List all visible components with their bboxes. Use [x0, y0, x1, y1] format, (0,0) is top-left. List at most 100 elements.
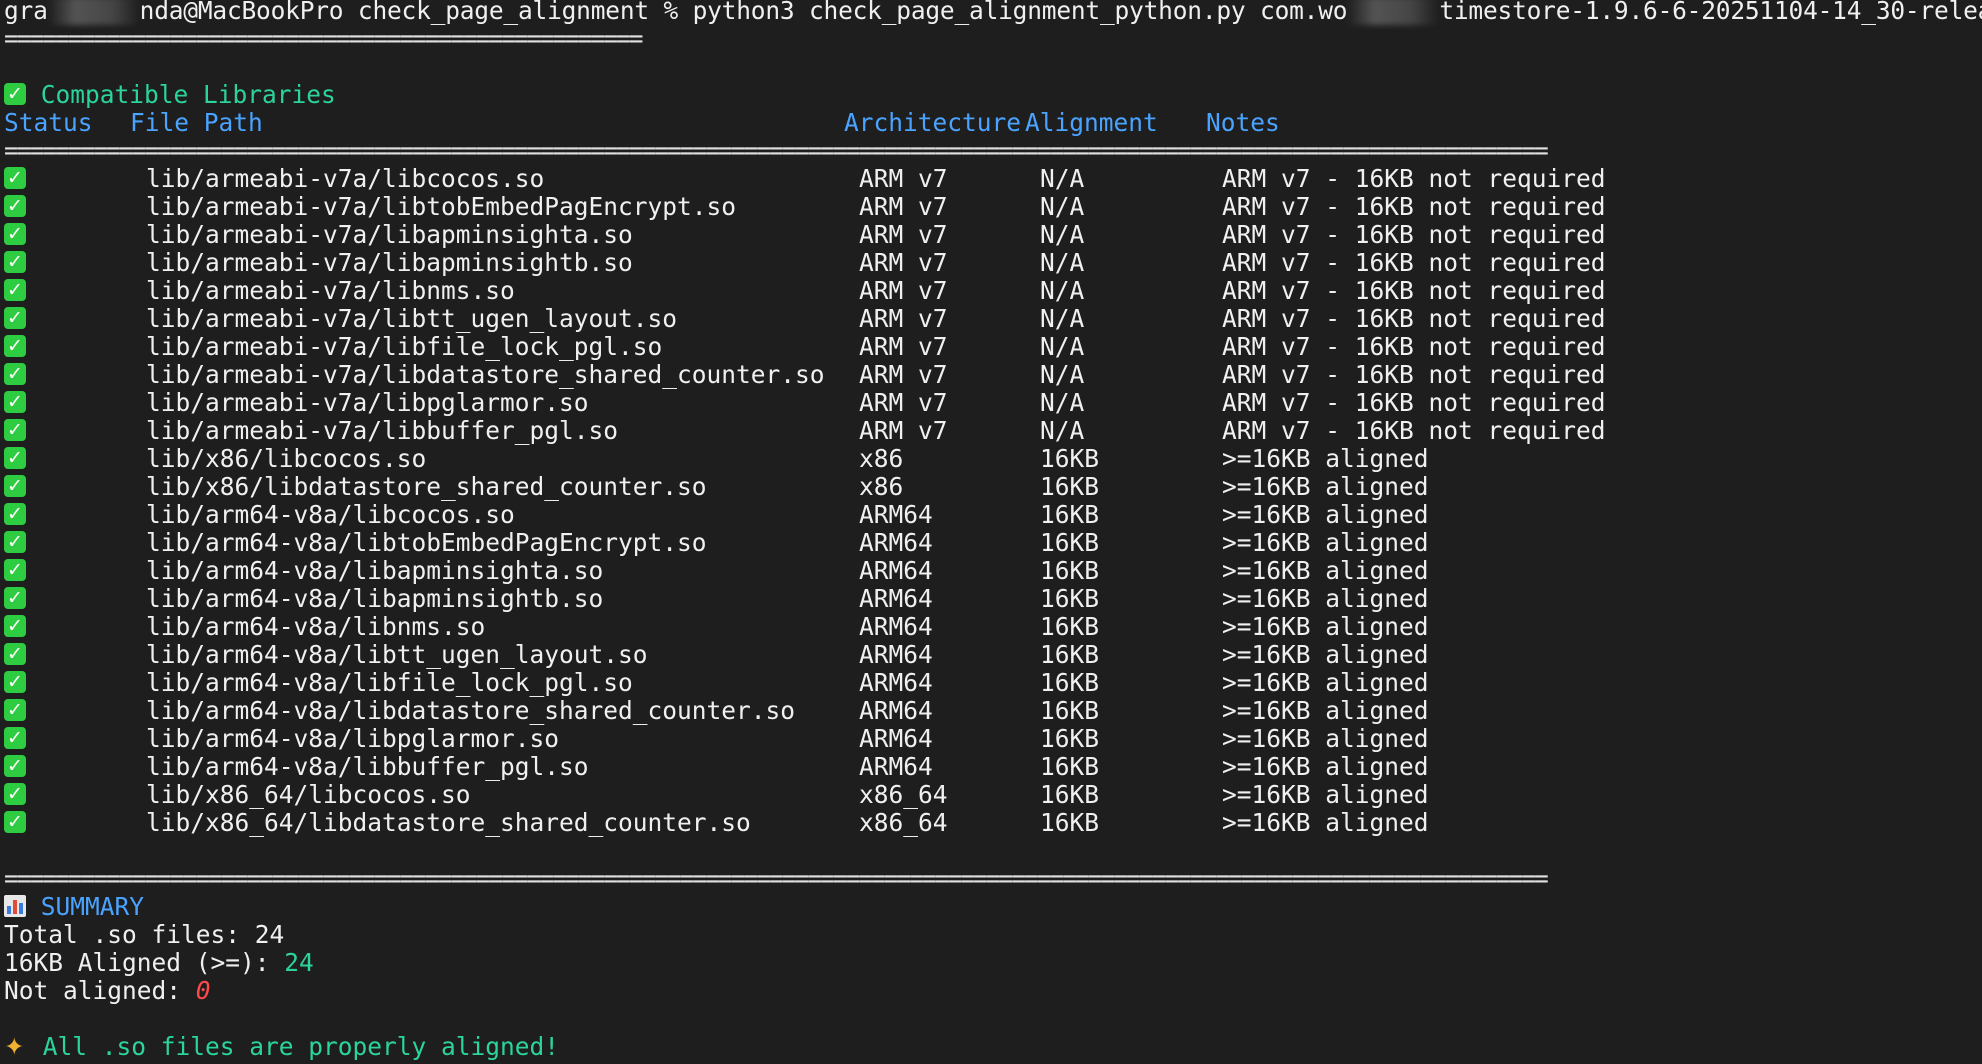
summary-aligned-label: 16KB Aligned (>=): [4, 948, 285, 977]
final-message-text: All .so files are properly aligned! [42, 1032, 560, 1061]
row-alignment: N/A [1040, 276, 1085, 305]
row-file-path: lib/armeabi-v7a/libbuffer_pgl.so [146, 416, 619, 445]
row-file-path: lib/armeabi-v7a/libpglarmor.so [146, 388, 589, 417]
row-notes: ARM v7 - 16KB not required [1222, 276, 1606, 305]
status-check-icon: ✓ [4, 305, 26, 333]
row-file-path: lib/armeabi-v7a/libfile_lock_pgl.so [146, 332, 663, 361]
row-notes: >=16KB aligned [1222, 752, 1429, 781]
row-notes: ARM v7 - 16KB not required [1222, 388, 1606, 417]
row-architecture: ARM64 [859, 500, 933, 529]
row-alignment: 16KB [1040, 472, 1100, 501]
row-alignment: 16KB [1040, 640, 1100, 669]
status-check-icon: ✓ [4, 501, 26, 529]
table-row: ✓ lib/armeabi-v7a/libtobEmbedPagEncrypt.s… [4, 193, 1978, 221]
row-notes: ARM v7 - 16KB not required [1222, 332, 1606, 361]
row-alignment: N/A [1040, 220, 1085, 249]
row-file-path: lib/armeabi-v7a/libapminsightb.so [146, 248, 633, 277]
row-architecture: ARM64 [859, 752, 933, 781]
row-file-path: lib/arm64-v8a/libtt_ugen_layout.so [146, 640, 648, 669]
row-file-path: lib/arm64-v8a/libdatastore_shared_counte… [146, 696, 796, 725]
row-alignment: 16KB [1040, 444, 1100, 473]
table-row: ✓ lib/arm64-v8a/libpglarmor.so ARM64 16KB >=… [4, 725, 1978, 753]
section-title: Compatible Libraries [40, 80, 336, 109]
row-file-path: lib/arm64-v8a/libnms.so [146, 612, 486, 641]
status-check-icon: ✓ [4, 473, 26, 501]
status-check-icon: ✓ [4, 753, 26, 781]
table-row: ✓ lib/arm64-v8a/libapminsighta.so ARM64 16K… [4, 557, 1978, 585]
table-row: ✓ lib/armeabi-v7a/libdatastore_shared_cou… [4, 361, 1978, 389]
row-notes: >=16KB aligned [1222, 696, 1429, 725]
status-check-icon: ✓ [4, 277, 26, 305]
row-architecture: ARM v7 [859, 220, 948, 249]
status-check-icon: ✓ [4, 725, 26, 753]
table-body: ✓ lib/armeabi-v7a/libcocos.so ARM v7 N/A ARM… [4, 165, 1978, 837]
row-architecture: ARM64 [859, 696, 933, 725]
status-check-icon: ✓ [4, 417, 26, 445]
row-notes: ARM v7 - 16KB not required [1222, 192, 1606, 221]
row-architecture: x86 [859, 444, 904, 473]
row-notes: >=16KB aligned [1222, 640, 1429, 669]
row-architecture: ARM v7 [859, 388, 948, 417]
row-file-path: lib/x86/libcocos.so [146, 444, 427, 473]
terminal-output[interactable]: gra nda@MacBookPro check_page_alignment %… [4, 0, 1982, 1061]
table-row: ✓ lib/armeabi-v7a/libfile_lock_pgl.so ARM … [4, 333, 1978, 361]
row-architecture: ARM v7 [859, 360, 948, 389]
status-check-icon: ✓ [4, 333, 26, 361]
table-row: ✓ lib/armeabi-v7a/libtt_ugen_layout.so ARM… [4, 305, 1978, 333]
row-architecture: x86_64 [859, 780, 948, 809]
row-file-path: lib/armeabi-v7a/libtt_ugen_layout.so [146, 304, 678, 333]
row-architecture: x86_64 [859, 808, 948, 837]
header-status: Status [4, 108, 93, 137]
row-notes: >=16KB aligned [1222, 724, 1429, 753]
row-file-path: lib/arm64-v8a/libapminsighta.so [146, 556, 604, 585]
row-alignment: N/A [1040, 360, 1085, 389]
status-check-icon: ✓ [4, 781, 26, 809]
row-alignment: 16KB [1040, 500, 1100, 529]
row-alignment: N/A [1040, 304, 1085, 333]
row-file-path: lib/armeabi-v7a/libtobEmbedPagEncrypt.so [146, 192, 737, 221]
prompt-end: timestore-1.9.6-6-20251104-14_30-release… [1439, 0, 1982, 25]
summary-not-aligned-label: Not aligned: [4, 976, 196, 1005]
row-architecture: ARM v7 [859, 248, 948, 277]
row-notes: >=16KB aligned [1222, 472, 1429, 501]
command-line: gra nda@MacBookPro check_page_alignment %… [4, 0, 1982, 25]
table-row: ✓ lib/armeabi-v7a/libbuffer_pgl.so ARM v7 N… [4, 417, 1978, 445]
status-check-icon: ✓ [4, 585, 26, 613]
row-notes: ARM v7 - 16KB not required [1222, 304, 1606, 333]
separator-short: ========================================… [4, 25, 644, 53]
table-row: ✓ lib/x86/libcocos.so x86 16KB >=16KB aligne… [4, 445, 1978, 473]
row-file-path: lib/armeabi-v7a/libapminsighta.so [146, 220, 633, 249]
table-row: ✓ lib/armeabi-v7a/libnms.so ARM v7 N/A ARM v… [4, 277, 1978, 305]
row-architecture: ARM v7 [859, 416, 948, 445]
row-architecture: ARM v7 [859, 276, 948, 305]
table-row: ✓ lib/arm64-v8a/libdatastore_shared_count… [4, 697, 1978, 725]
table-row: ✓ lib/arm64-v8a/libfile_lock_pgl.so ARM64 1… [4, 669, 1978, 697]
status-check-icon: ✓ [4, 669, 26, 697]
row-file-path: lib/arm64-v8a/libpglarmor.so [146, 724, 560, 753]
table-row: ✓ lib/armeabi-v7a/libapminsightb.so ARM v7… [4, 249, 1978, 277]
row-alignment: N/A [1040, 388, 1085, 417]
row-file-path: lib/armeabi-v7a/libdatastore_shared_coun… [146, 360, 825, 389]
row-alignment: 16KB [1040, 724, 1100, 753]
table-row: ✓ lib/x86/libdatastore_shared_counter.so x… [4, 473, 1978, 501]
row-alignment: N/A [1040, 192, 1085, 221]
summary-aligned: 16KB Aligned (>=): 24 [4, 949, 1978, 977]
row-alignment: N/A [1040, 164, 1085, 193]
row-architecture: ARM64 [859, 584, 933, 613]
header-file-path: File Path [130, 108, 263, 137]
table-row: ✓ lib/arm64-v8a/libbuffer_pgl.so ARM64 16KB… [4, 753, 1978, 781]
status-check-icon: ✓ [4, 389, 26, 417]
row-alignment: 16KB [1040, 612, 1100, 641]
row-alignment: N/A [1040, 416, 1085, 445]
status-check-icon: ✓ [4, 361, 26, 389]
row-file-path: lib/arm64-v8a/libbuffer_pgl.so [146, 752, 589, 781]
row-notes: >=16KB aligned [1222, 556, 1429, 585]
table-row: ✓ lib/arm64-v8a/libapminsightb.so ARM64 16K… [4, 585, 1978, 613]
status-check-icon: ✓ [4, 193, 26, 221]
final-message: ✦ All .so files are properly aligned! [4, 1033, 1978, 1061]
row-notes: >=16KB aligned [1222, 612, 1429, 641]
table-header: Status File Path Architecture Alignment … [4, 109, 1978, 137]
row-file-path: lib/armeabi-v7a/libcocos.so [146, 164, 545, 193]
status-check-icon: ✓ [4, 613, 26, 641]
